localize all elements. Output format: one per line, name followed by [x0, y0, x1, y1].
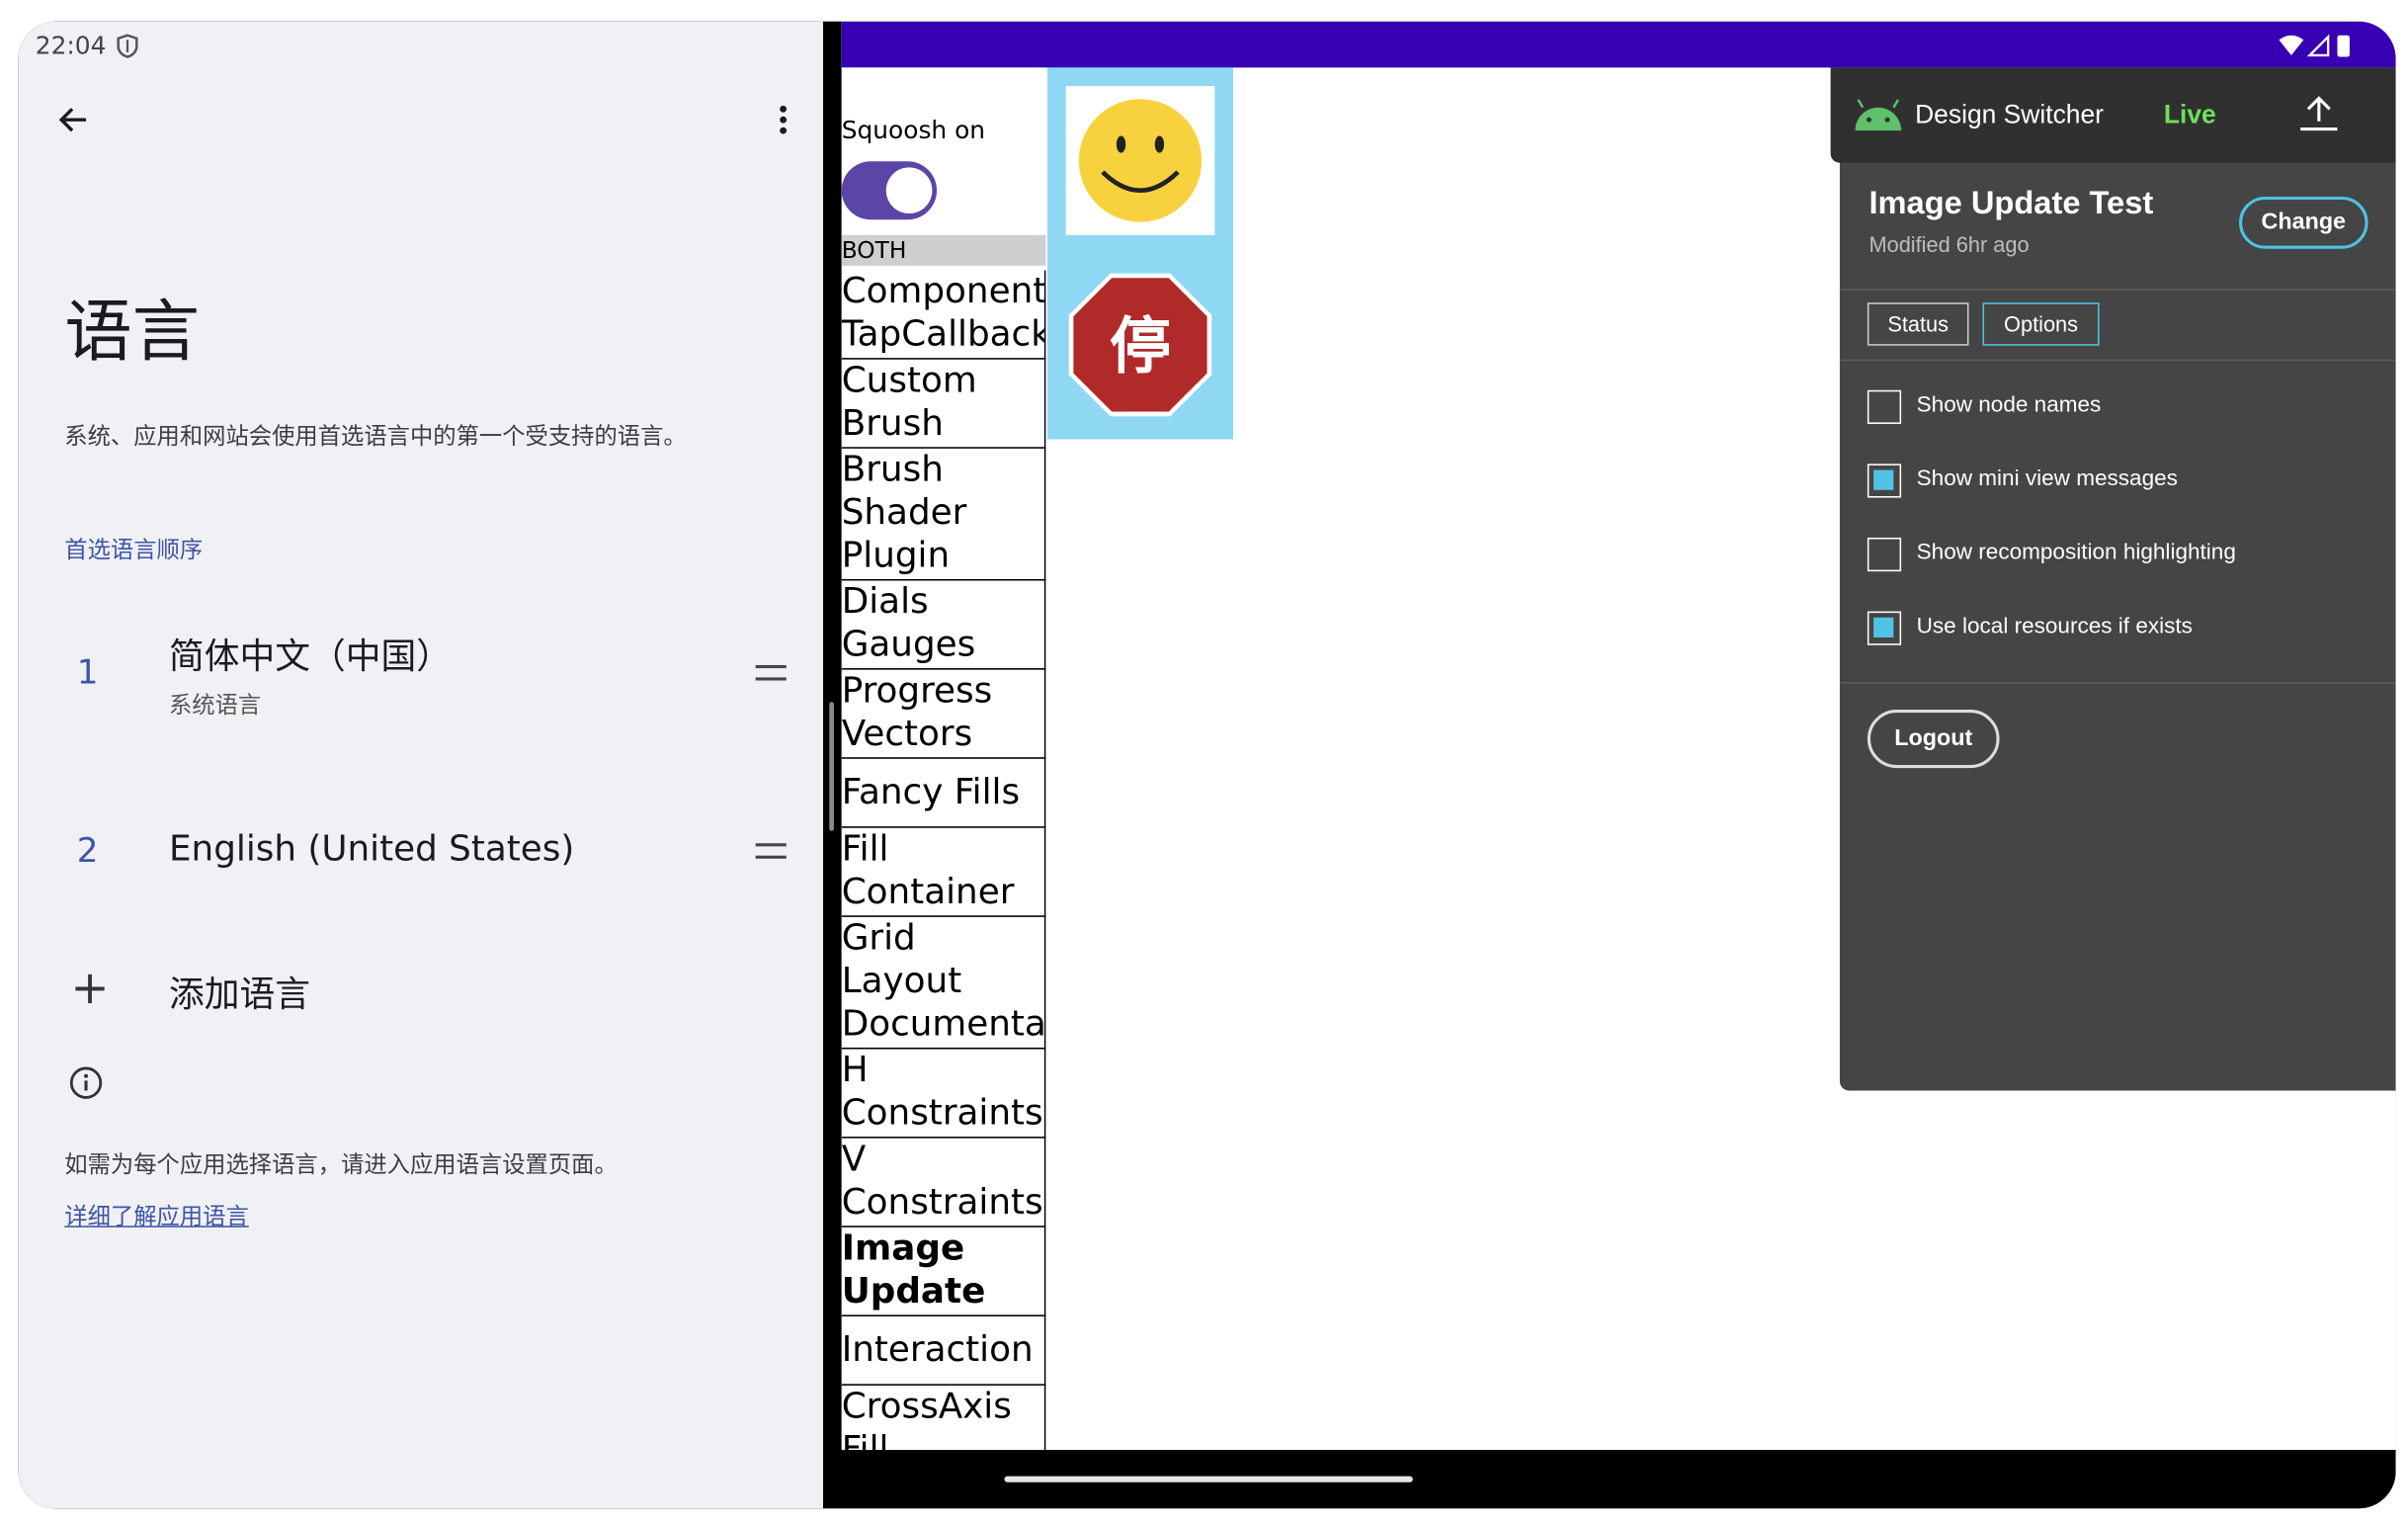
plus-icon: + [70, 961, 110, 1016]
document-modified: Modified 6hr ago [1868, 231, 2030, 257]
toggle-knob [885, 167, 933, 214]
design-switcher-header: Design Switcher Live [1830, 67, 2396, 163]
language-subtitle: 系统语言 [168, 691, 262, 720]
back-arrow-icon[interactable] [55, 102, 92, 138]
device-frame: 22:04 语言 系统、应用和网站会使用首选语言中的第一个受支持的语言。 首选语… [18, 21, 2396, 1509]
nav-item[interactable]: CrossAxis Fill [842, 1385, 1046, 1451]
mode-selector[interactable]: BOTH [841, 234, 1046, 266]
option-checkbox[interactable] [1867, 389, 1902, 424]
page-description: 系统、应用和网站会使用首选语言中的第一个受支持的语言。 [64, 422, 687, 451]
battery-icon [2337, 35, 2350, 57]
design-switcher-panel: Design Switcher Live Image Update Test M… [1830, 67, 2396, 1091]
smiley-image [1065, 86, 1215, 235]
android-icon [1855, 99, 1902, 131]
divider [1839, 682, 2396, 684]
option-checkbox[interactable] [1867, 611, 1902, 645]
drag-handle-icon[interactable] [755, 664, 787, 681]
nav-item[interactable]: V Constraints [841, 1138, 1046, 1228]
language-order-number: 2 [76, 832, 99, 872]
status-time: 22:04 [35, 31, 107, 60]
info-icon [69, 1066, 103, 1099]
nav-item[interactable]: Progress Vectors [841, 669, 1046, 759]
status-bar [841, 21, 2396, 68]
language-name: English (United States) [168, 829, 575, 870]
stop-sign-text: 停 [1110, 309, 1171, 381]
option-label: Show node names [1916, 392, 2102, 418]
nav-item[interactable]: Custom Brush [841, 359, 1046, 449]
tab-status[interactable]: Status [1867, 302, 1969, 346]
section-header: 首选语言顺序 [64, 536, 204, 564]
demo-nav-list: Squoosh on BOTH Component TapCallback Cus… [841, 67, 1046, 1451]
live-status: Live [2163, 100, 2216, 129]
squoosh-label: Squoosh on [841, 115, 986, 145]
stop-sign-icon: 停 [1068, 273, 1212, 417]
nav-item[interactable]: Fill Container [841, 827, 1046, 917]
nav-item[interactable]: Dials Gauges [841, 580, 1046, 670]
drag-handle-icon[interactable] [755, 843, 787, 859]
nav-item[interactable]: Component TapCallback [841, 270, 1046, 360]
option-checkbox[interactable] [1867, 464, 1902, 498]
design-switcher-title: Design Switcher [1915, 100, 2104, 129]
document-title: Image Update Test [1868, 186, 2154, 221]
nav-item[interactable]: Image Update [841, 1227, 1046, 1316]
shield-icon [117, 34, 138, 58]
language-name: 简体中文（中国） [168, 636, 452, 678]
home-gesture-handle[interactable] [1004, 1476, 1413, 1482]
nav-item[interactable]: H Constraints [841, 1049, 1046, 1139]
option-label: Show recomposition highlighting [1916, 541, 2236, 565]
option-label: Show mini view messages [1916, 466, 2178, 492]
more-options-icon[interactable] [765, 102, 801, 138]
tab-options[interactable]: Options [1982, 302, 2100, 346]
logout-button[interactable]: Logout [1867, 710, 2000, 769]
nav-item[interactable]: Grid Layout Documentat ion [841, 916, 1046, 1050]
app-language-note: 如需为每个应用选择语言，请进入应用语言设置页面。 [64, 1150, 618, 1179]
upload-icon[interactable] [2299, 95, 2339, 131]
option-label: Use local resources if exists [1916, 614, 2193, 639]
signal-icon [2306, 34, 2330, 57]
nav-item[interactable]: Fancy Fills [841, 758, 1046, 828]
split-drag-handle[interactable] [829, 702, 834, 831]
language-settings-panel: 22:04 语言 系统、应用和网站会使用首选语言中的第一个受支持的语言。 首选语… [18, 21, 824, 1509]
wifi-icon [2279, 35, 2304, 55]
image-update-preview: 停 [1046, 67, 1234, 440]
divider [1839, 359, 2396, 362]
nav-item[interactable]: Brush Shader Plugin [841, 448, 1046, 581]
smiley-face-icon [1078, 99, 1203, 222]
nav-item[interactable]: Interaction [841, 1315, 1046, 1386]
squoosh-toggle[interactable] [841, 161, 938, 220]
language-order-number: 1 [76, 654, 99, 693]
option-checkbox[interactable] [1867, 537, 1902, 572]
divider [1839, 289, 2396, 291]
page-title: 语言 [64, 293, 201, 373]
change-button[interactable]: Change [2239, 196, 2368, 249]
status-icons [2279, 34, 2350, 57]
add-language-label: 添加语言 [168, 974, 310, 1016]
learn-more-link[interactable]: 详细了解应用语言 [64, 1200, 249, 1232]
